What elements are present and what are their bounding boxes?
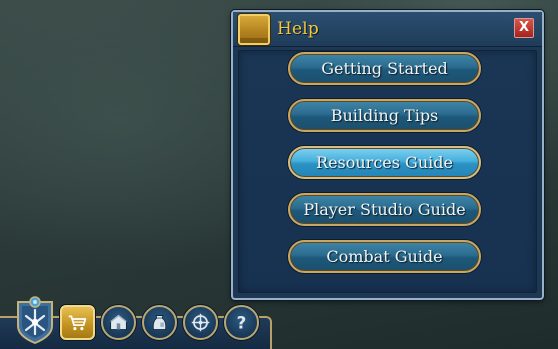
inventory-pouch-icon [152, 315, 167, 330]
close-button[interactable]: X [514, 18, 534, 38]
resources-guide-button[interactable]: Resources Guide [288, 146, 481, 179]
question-mark-icon: ? [237, 314, 247, 333]
help-window-title: Help [277, 19, 320, 39]
help-title-icon [238, 14, 270, 45]
building-tips-button[interactable]: Building Tips [288, 99, 481, 132]
combat-guide-button[interactable]: Combat Guide [288, 240, 481, 273]
shop-button[interactable] [60, 305, 95, 340]
help-window-header[interactable]: Help X [233, 12, 542, 47]
map-button[interactable] [183, 305, 218, 340]
question-mark-glyph: ? [237, 314, 247, 333]
help-menu-button[interactable]: ? [224, 305, 259, 340]
citizen-emblem-icon[interactable] [15, 296, 55, 344]
house-icon [110, 314, 127, 330]
getting-started-button[interactable]: Getting Started [288, 52, 481, 85]
inventory-button[interactable] [142, 305, 177, 340]
build-mode-button[interactable] [101, 305, 136, 340]
help-window: Help X Getting Started Building Tips Res… [231, 10, 544, 300]
shopping-cart-icon [68, 315, 87, 331]
player-studio-guide-button[interactable]: Player Studio Guide [288, 193, 481, 226]
map-compass-icon [191, 313, 210, 332]
